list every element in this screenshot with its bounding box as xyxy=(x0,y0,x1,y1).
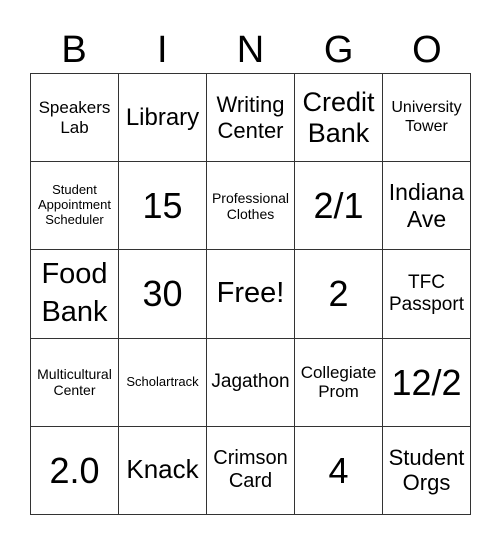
bingo-header: B I N G O xyxy=(30,28,471,72)
bingo-cell[interactable]: Collegiate Prom xyxy=(295,338,383,427)
bingo-cell[interactable]: Writing Center xyxy=(207,74,295,163)
bingo-cell[interactable]: Credit Bank xyxy=(295,74,383,163)
bingo-cell[interactable]: 30 xyxy=(119,250,207,339)
bingo-cell[interactable]: Multicultural Center xyxy=(31,338,119,427)
bingo-cell[interactable]: Professional Clothes xyxy=(207,162,295,251)
header-letter-n: N xyxy=(236,29,265,71)
bingo-cell[interactable]: 2 xyxy=(295,250,383,339)
bingo-cell[interactable]: Food Bank xyxy=(31,250,119,339)
bingo-cell[interactable]: 12/2 xyxy=(383,338,471,427)
bingo-cell[interactable]: Scholartrack xyxy=(119,338,207,427)
header-letter-o: O xyxy=(412,29,442,71)
free-space-cell[interactable]: Free! xyxy=(207,250,295,339)
bingo-grid: Speakers Lab Library Writing Center Cred… xyxy=(30,73,471,515)
bingo-cell[interactable]: Student Orgs xyxy=(383,426,471,515)
bingo-cell[interactable]: Jagathon xyxy=(207,338,295,427)
bingo-cell[interactable]: 4 xyxy=(295,426,383,515)
bingo-cell[interactable]: Library xyxy=(119,74,207,163)
bingo-cell[interactable]: Crimson Card xyxy=(207,426,295,515)
bingo-cell[interactable]: University Tower xyxy=(383,74,471,163)
bingo-cell[interactable]: 2/1 xyxy=(295,162,383,251)
header-letter-i: I xyxy=(157,29,168,71)
bingo-cell[interactable]: Knack xyxy=(119,426,207,515)
header-letter-b: B xyxy=(61,29,87,71)
bingo-cell[interactable]: 2.0 xyxy=(31,426,119,515)
bingo-cell[interactable]: Indiana Ave xyxy=(383,162,471,251)
bingo-cell[interactable]: TFC Passport xyxy=(383,250,471,339)
header-letter-g: G xyxy=(323,29,354,71)
bingo-cell[interactable]: 15 xyxy=(119,162,207,251)
bingo-cell[interactable]: Student Appointment Scheduler xyxy=(31,162,119,251)
bingo-cell[interactable]: Speakers Lab xyxy=(31,74,119,163)
